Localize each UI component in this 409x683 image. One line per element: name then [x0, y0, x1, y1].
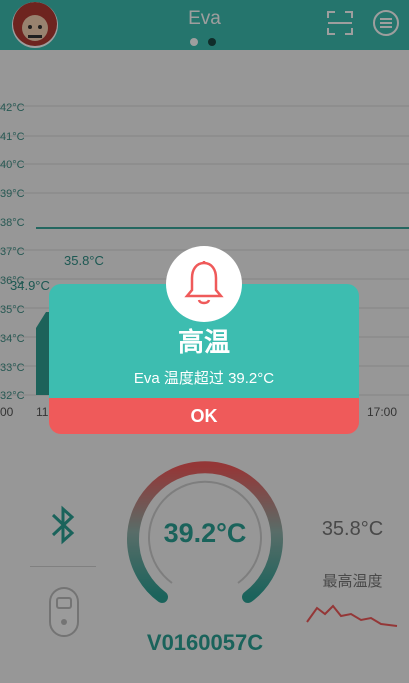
ok-button[interactable]: OK	[49, 398, 359, 434]
dialog-title: 高温	[177, 327, 230, 357]
dialog-message: Eva 温度超过 39.2°C	[133, 370, 275, 387]
bell-icon	[184, 261, 224, 305]
bell-badge	[166, 246, 242, 322]
